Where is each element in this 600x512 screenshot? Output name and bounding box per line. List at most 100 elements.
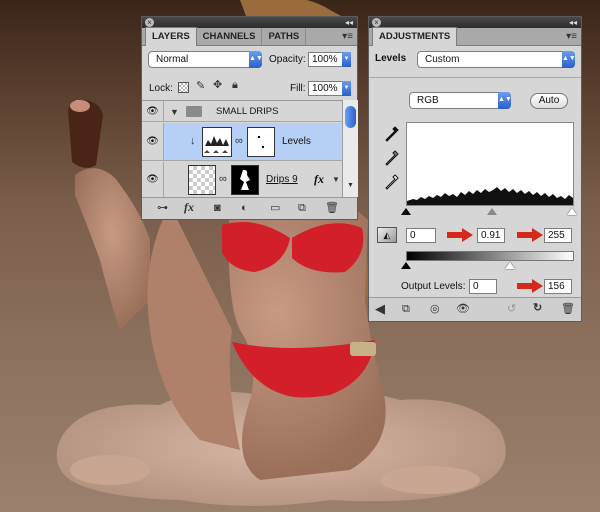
blend-mode-value: Normal [156, 54, 189, 65]
link-layers-icon[interactable]: ⊶ [157, 203, 168, 214]
output-black-field[interactable]: 0 [469, 279, 497, 294]
fill-field[interactable]: 100% ▼ [308, 81, 351, 96]
reset-icon[interactable]: ↻ [533, 303, 542, 314]
opacity-value: 100% [312, 54, 338, 65]
layer-thumbnail [188, 165, 216, 195]
panel-menu-icon[interactable]: ▾≡ [566, 31, 577, 42]
dropdown-arrow-icon[interactable]: ▼ [342, 52, 351, 67]
lock-move-icon[interactable]: ✥ [213, 80, 222, 91]
dropdown-arrow-icon[interactable]: ▼ [342, 81, 351, 96]
view-previous-icon[interactable]: ↺ [507, 304, 516, 315]
channel-select[interactable]: RGB ▲▼ [409, 92, 512, 109]
clip-to-layer-icon[interactable]: ◎ [430, 304, 440, 315]
histogram-graph [407, 187, 573, 205]
black-point-handle[interactable] [401, 208, 411, 215]
visibility-eye-icon[interactable]: 👁︎ [142, 123, 164, 160]
new-fill-adjustment-icon[interactable]: ◐ [241, 203, 248, 214]
group-name: SMALL DRIPS [216, 106, 279, 117]
preset-value: Custom [425, 54, 460, 65]
close-icon[interactable]: × [372, 18, 381, 27]
gray-eyedropper-icon[interactable] [385, 150, 399, 166]
select-arrows-icon: ▲▼ [498, 92, 512, 109]
output-white-field[interactable]: 156 [544, 279, 572, 294]
collapse-icon[interactable]: ◂◂ [345, 17, 353, 28]
white-point-handle[interactable] [567, 208, 577, 215]
select-arrows-icon: ▲▼ [249, 51, 263, 68]
histogram [406, 122, 574, 206]
clip-arrow-icon: ↓ [190, 135, 196, 147]
tab-layers[interactable]: LAYERS [145, 27, 197, 46]
layer-name: Drips 9 [266, 174, 298, 185]
fx-expand-arrow-icon[interactable]: ▼ [332, 174, 340, 185]
tab-adjustments[interactable]: ADJUSTMENTS [372, 27, 458, 46]
adjustments-panel: × ◂◂ ADJUSTMENTS ▾≡ Levels Custom ▲▼ RGB… [368, 16, 582, 322]
lock-all-icon[interactable]: 🔒︎ [232, 80, 238, 91]
adjustments-tabbar: ADJUSTMENTS ▾≡ [369, 27, 581, 46]
layer-drips-row[interactable]: 👁︎ ∞ Drips 9 fx ▼ [142, 162, 342, 198]
layer-mask-thumbnail[interactable] [247, 127, 275, 157]
layers-tabbar: LAYERS CHANNELS PATHS ▾≡ [142, 27, 357, 46]
fill-label: Fill: [290, 83, 306, 94]
input-gamma-field[interactable]: 0.91 [477, 228, 505, 243]
adjustment-title: Levels [375, 53, 407, 64]
clipping-warning-icon[interactable]: ◭ [377, 227, 397, 243]
output-gradient-bar [406, 251, 574, 261]
layer-fx-icon[interactable]: fx [314, 172, 324, 187]
adjustment-layer-name: Levels [282, 136, 311, 147]
white-eyedropper-icon[interactable] [385, 174, 399, 190]
close-icon[interactable]: × [145, 18, 154, 27]
opacity-field[interactable]: 100% ▼ [308, 52, 351, 67]
collapse-icon[interactable]: ◂◂ [569, 17, 577, 28]
output-levels-slider[interactable] [401, 262, 574, 272]
input-black-field[interactable]: 0 [406, 228, 436, 243]
opacity-label: Opacity: [269, 54, 306, 65]
trash-icon[interactable]: 🗑︎ [325, 203, 339, 214]
expand-view-icon[interactable]: ⧉ [402, 304, 410, 315]
add-style-icon[interactable]: fx [184, 201, 194, 213]
histogram-mini-icon [204, 136, 229, 153]
input-white-field[interactable]: 255 [544, 228, 572, 243]
adjustments-footer-toolbar: ◀ ⧉ ◎ 👁︎ ↺ ↻ 🗑︎ [369, 297, 581, 321]
trash-icon[interactable]: 🗑︎ [561, 304, 575, 315]
red-arrow-icon [517, 279, 543, 293]
select-arrows-icon: ▲▼ [562, 51, 576, 68]
input-levels-slider[interactable] [401, 208, 577, 218]
folder-icon [186, 106, 202, 117]
layer-levels-row[interactable]: 👁︎ ↓ ∞ Levels [142, 123, 342, 161]
black-eyedropper-icon[interactable] [385, 126, 399, 142]
lock-label: Lock: [149, 83, 173, 94]
new-group-icon[interactable]: ▭ [270, 203, 280, 214]
gamma-handle[interactable] [487, 208, 497, 215]
add-mask-icon[interactable]: ◙ [214, 203, 221, 214]
layer-group-row[interactable]: 👁︎ ▼ SMALL DRIPS [142, 101, 342, 122]
visibility-eye-icon[interactable]: 👁︎ [142, 162, 164, 198]
fill-value: 100% [312, 83, 338, 94]
output-white-handle[interactable] [505, 262, 515, 269]
new-layer-icon[interactable]: ⧉ [298, 203, 306, 214]
tab-paths[interactable]: PATHS [262, 28, 307, 45]
visibility-eye-icon[interactable]: 👁︎ [142, 101, 164, 121]
red-arrow-icon [447, 228, 473, 242]
layers-scrollbar[interactable]: ▼ [342, 100, 358, 197]
layer-mask-thumbnail[interactable] [231, 165, 259, 195]
preset-select[interactable]: Custom ▲▼ [417, 51, 576, 68]
output-levels-label: Output Levels: [401, 281, 466, 292]
scroll-thumb[interactable] [345, 106, 356, 128]
auto-button[interactable]: Auto [530, 93, 568, 109]
blend-mode-select[interactable]: Normal ▲▼ [148, 51, 263, 68]
back-arrow-icon[interactable]: ◀ [375, 302, 385, 315]
toggle-visibility-eye-icon[interactable]: 👁︎ [456, 304, 470, 315]
red-arrow-icon [517, 228, 543, 242]
link-chain-icon[interactable]: ∞ [219, 174, 227, 185]
scroll-down-arrow-icon[interactable]: ▼ [347, 180, 354, 191]
levels-adjustment-thumbnail [202, 127, 232, 157]
layer-list: 👁︎ ▼ SMALL DRIPS 👁︎ ↓ ∞ Levels 👁︎ ∞ Drip… [142, 100, 342, 198]
output-black-handle[interactable] [401, 262, 411, 269]
channel-value: RGB [417, 95, 439, 106]
lock-transparency-icon[interactable] [178, 82, 189, 93]
expand-triangle-icon[interactable]: ▼ [170, 107, 179, 118]
link-chain-icon[interactable]: ∞ [235, 136, 243, 147]
panel-menu-icon[interactable]: ▾≡ [342, 31, 353, 42]
lock-brush-icon[interactable]: ✎ [196, 81, 205, 92]
tab-channels[interactable]: CHANNELS [197, 28, 263, 45]
